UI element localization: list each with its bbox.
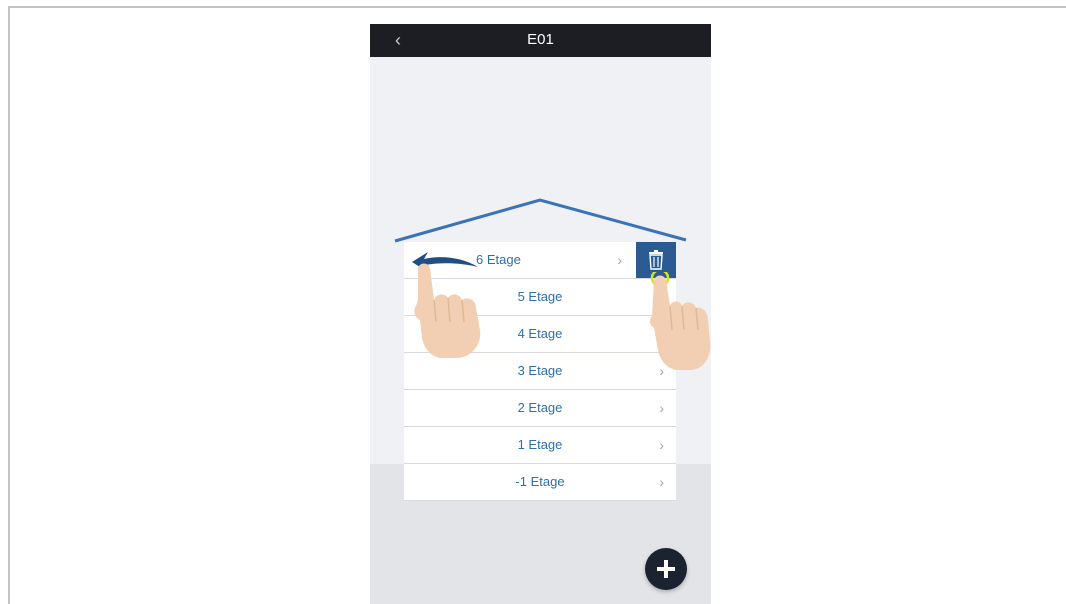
floor-row-2[interactable]: 2 Etage › <box>404 390 676 427</box>
trash-icon <box>649 250 663 270</box>
chevron-right-icon: › <box>617 252 622 268</box>
swipe-hand-icon <box>414 263 481 358</box>
frame-left-border <box>8 6 10 604</box>
floor-label: 2 Etage <box>517 400 563 415</box>
phone-screen: ‹ E01 6 Etage › 5 Etage › 4 Eta <box>370 24 711 604</box>
floor-row-1[interactable]: 1 Etage › <box>404 427 676 464</box>
roof-line <box>394 198 687 243</box>
floor-label: 1 Etage <box>517 437 563 452</box>
chevron-right-icon: › <box>659 400 664 416</box>
floor-row-minus-1[interactable]: -1 Etage › <box>404 464 676 501</box>
plus-icon-vertical <box>664 560 668 578</box>
chevron-right-icon: › <box>659 437 664 453</box>
floor-label: -1 Etage <box>515 474 565 489</box>
frame-top-border <box>8 6 1066 8</box>
tap-hand-icon <box>649 272 711 370</box>
chevron-right-icon: › <box>659 474 664 490</box>
add-floor-button[interactable] <box>645 548 687 590</box>
